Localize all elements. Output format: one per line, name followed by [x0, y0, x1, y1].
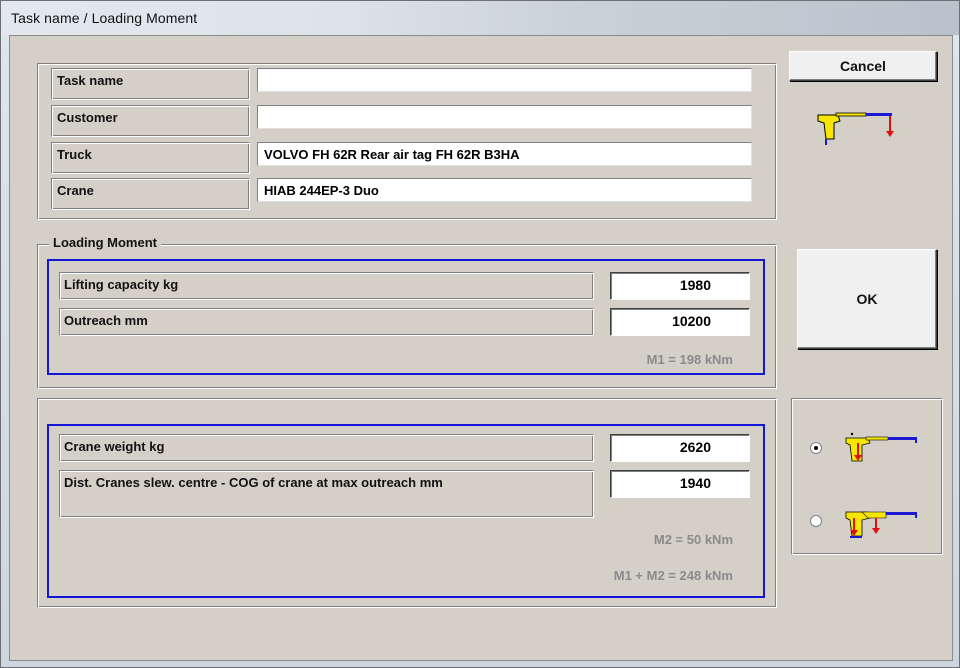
truck-field[interactable]: VOLVO FH 62R Rear air tag FH 62R B3HA	[257, 142, 752, 166]
crane-double-cog-icon	[845, 511, 917, 538]
crane-weight-input[interactable]: 2620	[610, 434, 750, 462]
task-name-field[interactable]	[257, 68, 752, 92]
m2-result: M2 = 50 kNm	[653, 532, 733, 547]
truck-label: Truck	[51, 142, 250, 174]
crane-folded-cog-icon	[845, 432, 917, 462]
loading-moment-title: Loading Moment	[49, 235, 161, 250]
lifting-capacity-label: Lifting capacity kg	[59, 272, 594, 300]
dialog-window: Task name / Loading Moment Task name Cus…	[0, 0, 960, 668]
m1-result: M1 = 198 kNm	[646, 352, 733, 367]
dialog-client-area: Task name Customer Truck VOLVO FH 62R Re…	[9, 35, 953, 661]
crane-header-icon	[817, 112, 894, 145]
dist-cog-label: Dist. Cranes slew. centre - COG of crane…	[59, 470, 594, 518]
option-folded-radio[interactable]	[810, 442, 822, 454]
crane-label: Crane	[51, 178, 250, 210]
outreach-input[interactable]: 10200	[610, 308, 750, 336]
window-title: Task name / Loading Moment	[11, 10, 198, 26]
ok-button[interactable]: OK	[797, 249, 937, 349]
crane-weight-label: Crane weight kg	[59, 434, 594, 462]
title-bar: Task name / Loading Moment	[1, 1, 959, 35]
crane-field[interactable]: HIAB 244EP-3 Duo	[257, 178, 752, 202]
customer-field[interactable]	[257, 105, 752, 129]
lifting-capacity-input[interactable]: 1980	[610, 272, 750, 300]
radio-selected-dot	[814, 446, 818, 450]
total-moment-result: M1 + M2 = 248 kNm	[613, 568, 733, 583]
customer-label: Customer	[51, 105, 250, 137]
option-double-radio[interactable]	[810, 515, 822, 527]
cancel-button[interactable]: Cancel	[789, 51, 937, 81]
dist-cog-input[interactable]: 1940	[610, 470, 750, 498]
task-name-label: Task name	[51, 68, 250, 100]
outreach-label: Outreach mm	[59, 308, 594, 336]
